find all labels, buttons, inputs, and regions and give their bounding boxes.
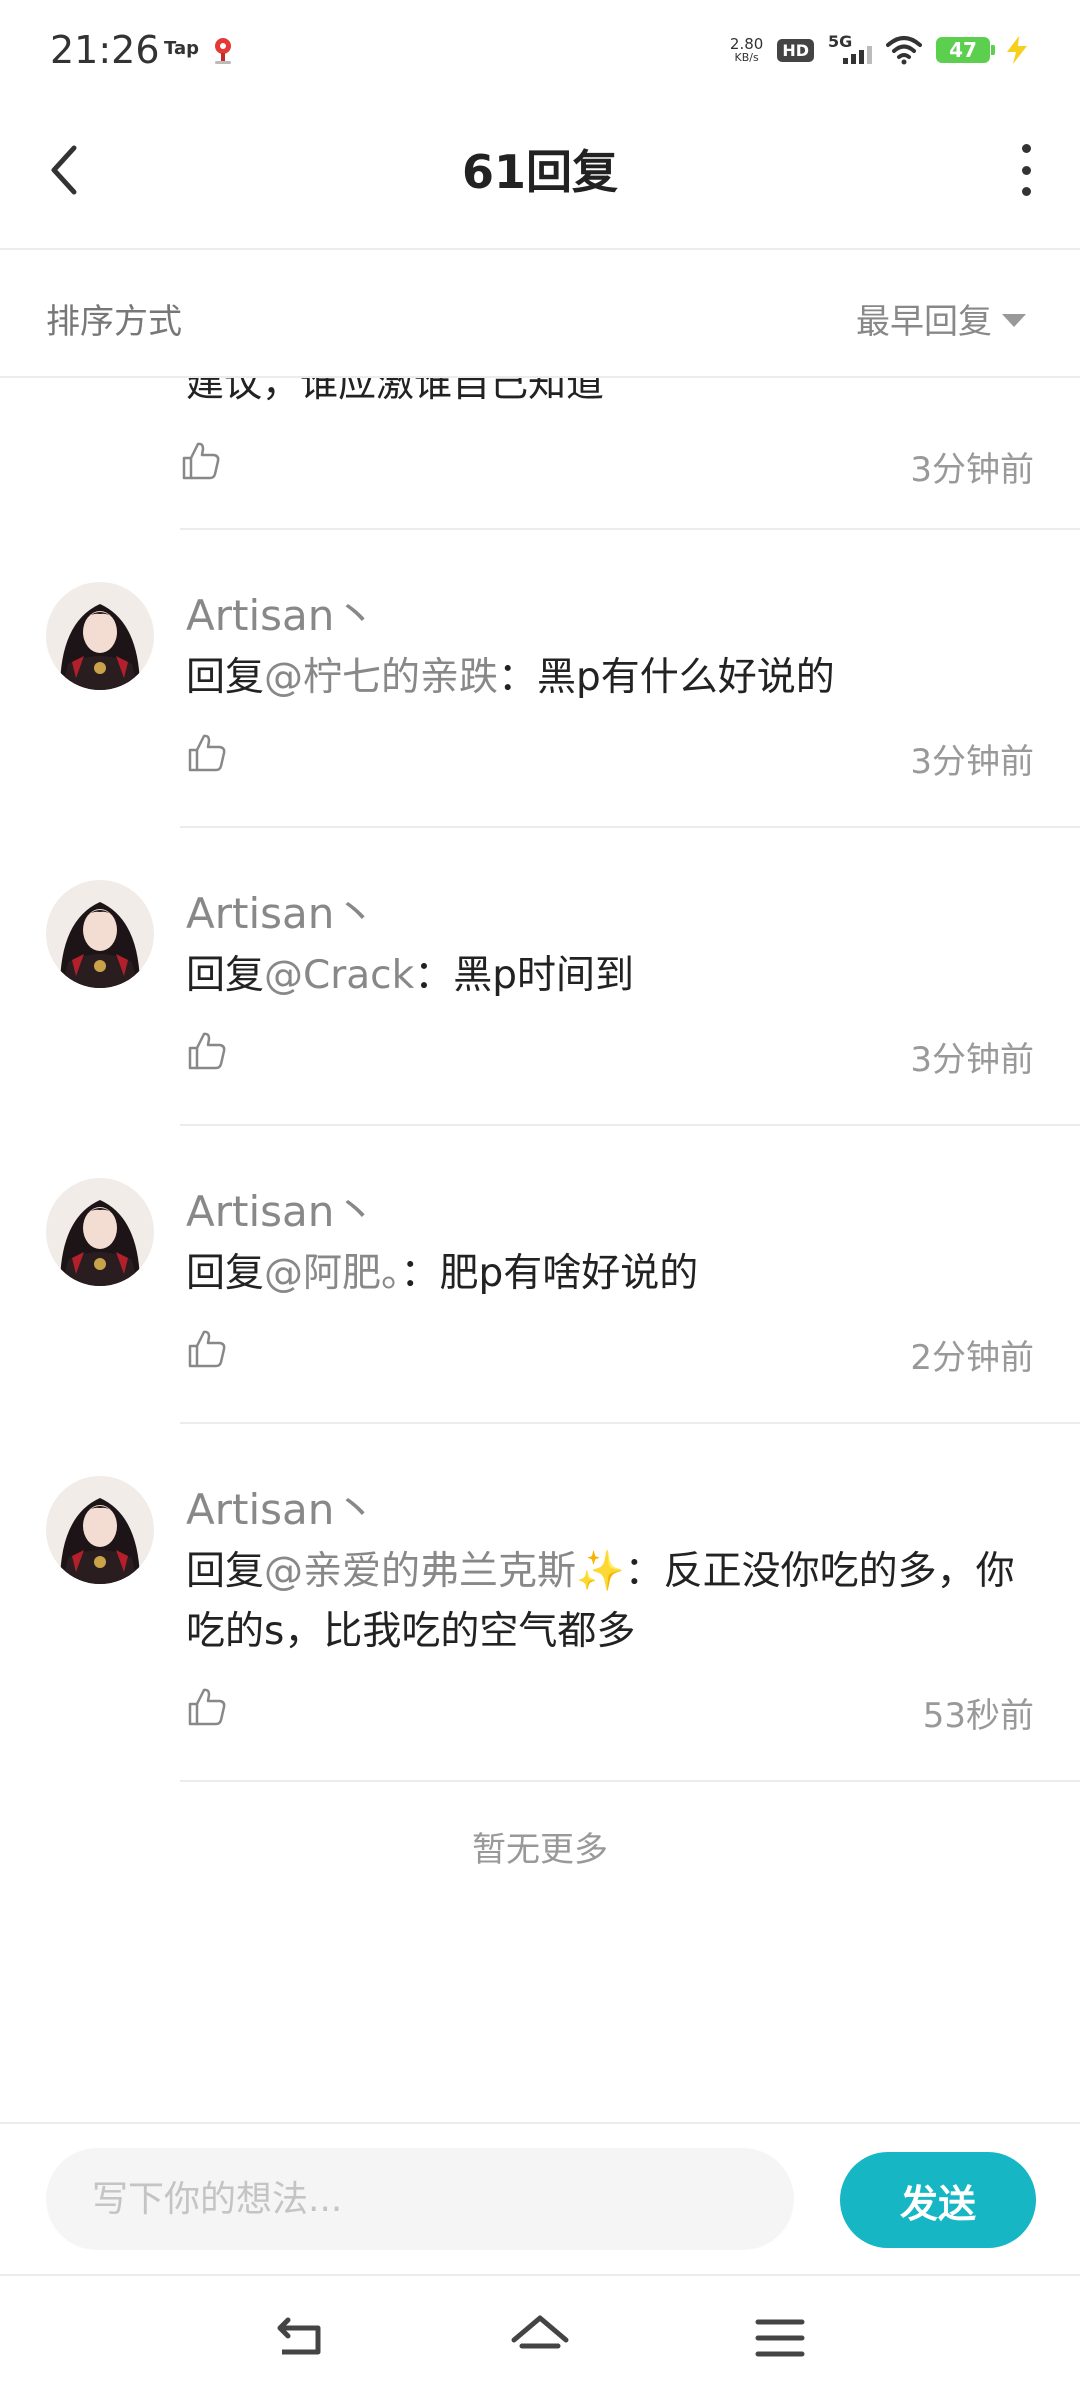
caret-down-icon: [1002, 314, 1026, 327]
reply-meta: 53秒前: [186, 1676, 1034, 1746]
reply-list[interactable]: 建议，谁应激谁自己知道 3分钟前 Artisan丶 回复@柠七的亲跌：黑p有什么…: [0, 378, 1080, 2122]
comment-input[interactable]: [46, 2148, 794, 2250]
reply-time: 3分钟前: [910, 450, 1034, 490]
charging-bolt-icon: [1007, 36, 1027, 64]
reply-content: 回复@柠七的亲跌：黑p有什么好说的: [186, 648, 1034, 708]
nav-home-icon[interactable]: [508, 2306, 572, 2370]
network-speed-value: 2.80: [729, 35, 764, 53]
reply-prefix: 回复: [186, 1549, 265, 1594]
reply-time: 3分钟前: [910, 1040, 1034, 1080]
status-bar: 21:26 Tap 2.80 KB/s HD 5G 47: [0, 0, 1080, 100]
divider: [180, 1780, 1080, 1782]
list-item: Artisan丶 回复@亲爱的弗兰克斯✨：反正没你吃的多，你吃的s，比我吃的空气…: [0, 1424, 1080, 1782]
status-indicators: 2.80 KB/s HD 5G 47: [730, 30, 1030, 70]
reply-time: 3分钟前: [910, 742, 1034, 782]
reply-time: 2分钟前: [910, 1338, 1034, 1378]
reply-text: 建议，谁应激谁自己知道: [186, 378, 605, 405]
list-item: Artisan丶 回复@阿肥。：肥p有啥好说的 2分钟前: [0, 1126, 1080, 1424]
list-item: Artisan丶 回复@Crack：黑p时间到 3分钟前: [0, 828, 1080, 1126]
sort-value: 最早回复: [856, 302, 992, 342]
reply-time: 53秒前: [922, 1696, 1034, 1736]
username[interactable]: Artisan丶: [186, 1482, 1034, 1538]
hd-badge: HD: [777, 38, 814, 62]
sort-dropdown[interactable]: 最早回复: [856, 294, 1026, 343]
nav-back-icon[interactable]: [268, 2306, 332, 2370]
system-nav-bar: [0, 2274, 1080, 2400]
reply-text: 黑p有什么好说的: [537, 655, 835, 700]
send-button[interactable]: 发送: [840, 2152, 1036, 2248]
reply-separator: ：: [498, 655, 538, 700]
app-header: 61回复: [0, 100, 1080, 250]
reply-meta: 3分钟前: [180, 430, 1034, 500]
reply-prefix: 回复: [186, 953, 265, 998]
username[interactable]: Artisan丶: [186, 588, 1034, 644]
reply-separator: ：: [414, 953, 454, 998]
mention-link[interactable]: @Crack: [264, 953, 414, 998]
reply-meta: 3分钟前: [186, 1020, 1034, 1090]
list-item: Artisan丶 回复@柠七的亲跌：黑p有什么好说的 3分钟前: [0, 530, 1080, 828]
more-vertical-icon[interactable]: [1016, 144, 1036, 196]
thumbs-up-icon[interactable]: [186, 1686, 228, 1728]
reply-prefix: 回复: [186, 1251, 265, 1296]
reply-separator: ：: [624, 1549, 664, 1594]
network-speed: 2.80 KB/s: [730, 36, 763, 64]
status-time: 21:26: [50, 28, 160, 72]
wifi-icon: [886, 36, 922, 65]
reply-content: 回复@阿肥。：肥p有啥好说的: [186, 1244, 1034, 1304]
reply-meta: 3分钟前: [186, 722, 1034, 792]
reply-meta: 2分钟前: [186, 1318, 1034, 1388]
tap-notification-icon: Tap: [164, 38, 199, 59]
thumbs-up-icon[interactable]: [186, 732, 228, 774]
page-title: 61回复: [461, 145, 618, 199]
thumbs-up-icon[interactable]: [180, 440, 222, 482]
username[interactable]: Artisan丶: [186, 886, 1034, 942]
sort-label: 排序方式: [46, 302, 182, 342]
reply-content: 回复@Crack：黑p时间到: [186, 946, 1034, 1006]
thumbs-up-icon[interactable]: [186, 1328, 228, 1370]
signal-5g-icon: 5G: [828, 32, 872, 68]
username[interactable]: Artisan丶: [186, 1184, 1034, 1240]
reply-text: 肥p有啥好说的: [439, 1251, 699, 1296]
mention-link[interactable]: @亲爱的弗兰克斯✨: [264, 1549, 625, 1594]
thumbs-up-icon[interactable]: [186, 1030, 228, 1072]
list-item: 建议，谁应激谁自己知道 3分钟前: [180, 378, 1080, 530]
mention-link[interactable]: @柠七的亲跌: [264, 655, 498, 700]
reply-separator: ：: [400, 1251, 440, 1296]
battery-indicator: 47: [936, 37, 995, 63]
sort-bar: 排序方式 最早回复: [0, 252, 1080, 378]
no-more-label: 暂无更多: [472, 1830, 608, 1870]
reply-content: 回复@亲爱的弗兰克斯✨：反正没你吃的多，你吃的s，比我吃的空气都多: [186, 1542, 1034, 1662]
location-pin-icon: [215, 38, 231, 64]
composer-bar: 发送: [0, 2122, 1080, 2274]
reply-prefix: 回复: [186, 655, 265, 700]
mention-link[interactable]: @阿肥。: [264, 1251, 401, 1296]
network-speed-unit: KB/s: [734, 51, 759, 64]
nav-menu-icon[interactable]: [748, 2306, 812, 2370]
reply-text: 黑p时间到: [453, 953, 634, 998]
